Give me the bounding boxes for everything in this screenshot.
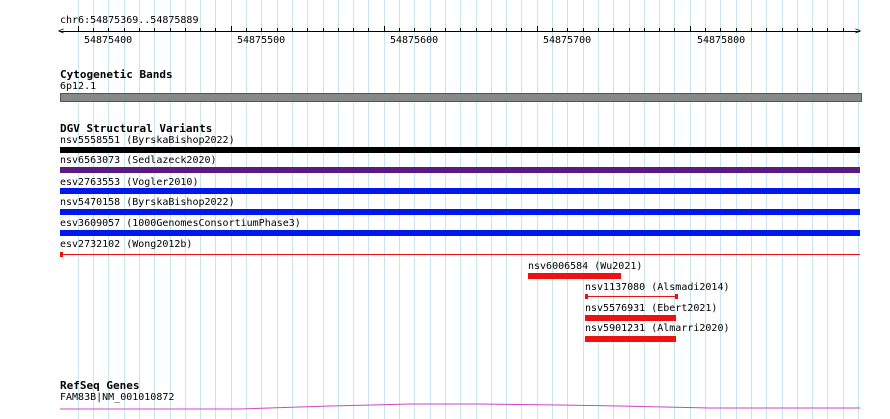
variant-feature[interactable]: [60, 188, 860, 194]
ruler-tick-label: 54875500: [237, 35, 286, 46]
ruler-axis: [60, 31, 860, 32]
variant-label: nsv5558551 (ByrskaBishop2022): [60, 135, 235, 146]
ruler-tick-label: 54875400: [84, 35, 133, 46]
variant-endcap: [585, 294, 588, 299]
gene-model-line[interactable]: [60, 400, 860, 412]
locus-label: chr6:54875369..54875889: [60, 15, 199, 26]
variant-endcap: [675, 294, 678, 299]
variant-label: esv2732102 (Wong2012b): [60, 239, 193, 250]
ruler-tick-label: 54875800: [697, 35, 746, 46]
cytoband-track-title[interactable]: Cytogenetic Bands: [60, 68, 173, 81]
variant-feature[interactable]: [585, 296, 678, 297]
variant-label: nsv5901231 (Almarri2020): [585, 323, 730, 334]
variant-feature[interactable]: [60, 147, 860, 153]
dgv-track-title[interactable]: DGV Structural Variants: [60, 122, 212, 135]
variant-feature[interactable]: [528, 273, 621, 279]
variant-feature[interactable]: [60, 167, 860, 173]
variant-label: nsv6563073 (Sedlazeck2020): [60, 155, 217, 166]
variant-feature[interactable]: [60, 209, 860, 215]
ruler-right-arrow: >: [855, 26, 862, 37]
ruler-left-arrow: <: [58, 26, 65, 37]
variant-feature[interactable]: [585, 315, 676, 321]
variant-label: esv3609057 (1000GenomesConsortiumPhase3): [60, 218, 301, 229]
refseq-track-title[interactable]: RefSeq Genes: [60, 379, 139, 392]
variant-label: nsv5470158 (ByrskaBishop2022): [60, 197, 235, 208]
cytoband-bar[interactable]: [60, 93, 862, 102]
variant-feature[interactable]: [585, 336, 676, 342]
variant-feature[interactable]: [60, 230, 860, 236]
variant-feature[interactable]: [60, 254, 860, 255]
variant-label: nsv6006584 (Wu2021): [528, 261, 643, 272]
variant-label: nsv5576931 (Ebert2021): [585, 303, 718, 314]
ruler-tick-label: 54875600: [390, 35, 439, 46]
cytoband-label: 6p12.1: [60, 81, 97, 92]
variant-endcap: [60, 252, 63, 257]
ruler-tick-label: 54875700: [543, 35, 592, 46]
genome-browser-view: chr6:54875369..54875889 < > 54875400 548…: [0, 0, 890, 419]
variant-label: nsv1137080 (Alsmadi2014): [585, 282, 730, 293]
